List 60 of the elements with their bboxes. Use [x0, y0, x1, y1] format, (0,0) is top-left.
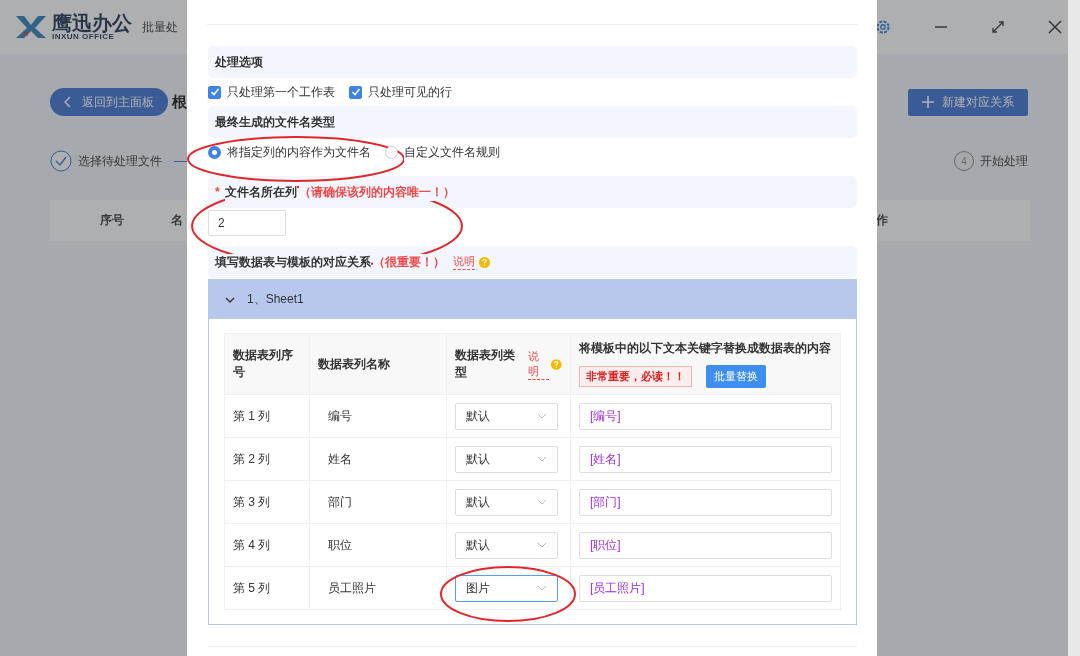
- chevron-down-icon: [225, 295, 235, 304]
- new-mapping-button[interactable]: 新建对应关系: [908, 88, 1028, 116]
- question-icon: [551, 358, 562, 370]
- type-select[interactable]: 默认: [455, 531, 559, 559]
- help-link[interactable]: 说明: [528, 348, 550, 380]
- checkbox-label: 只处理第一个工作表: [227, 83, 335, 101]
- warning-tag[interactable]: 非常重要，必读！！: [579, 366, 692, 387]
- table-cell: 员工照片: [309, 566, 447, 610]
- type-select[interactable]: 默认: [455, 445, 559, 473]
- column-header: 数据表列名称: [309, 333, 447, 395]
- type-select[interactable]: 默认: [455, 402, 559, 430]
- maximize-icon[interactable]: [991, 20, 1005, 34]
- scrollbar[interactable]: [1068, 0, 1080, 656]
- keyword-input[interactable]: [编号]: [579, 402, 832, 430]
- table-cell: 部门: [309, 480, 447, 524]
- plus-icon: [922, 96, 934, 108]
- column-header: 名: [171, 212, 183, 229]
- batch-replace-button[interactable]: 批量替换: [706, 365, 766, 388]
- logo-icon: [14, 14, 48, 40]
- radio-label: 自定义文件名规则: [404, 143, 500, 161]
- back-button[interactable]: 返回到主面板: [50, 88, 168, 116]
- chevron-left-icon: [64, 96, 72, 108]
- column-header: 作: [876, 212, 888, 229]
- section-title: 处理选项: [215, 53, 263, 71]
- column-header: 将模板中的以下文本关键字替换成数据表的内容: [579, 340, 832, 357]
- sheet-header[interactable]: 1、Sheet1: [209, 280, 856, 319]
- keyword-input[interactable]: [部门]: [579, 488, 832, 516]
- keyword-input[interactable]: [员工照片]: [579, 574, 832, 602]
- page-title: 根: [172, 92, 187, 112]
- logo-title: 鹰迅办公: [52, 13, 132, 33]
- logo-subtitle: INXUN OFFICE: [52, 33, 115, 41]
- radio-button[interactable]: [208, 145, 221, 159]
- step-label: 选择待处理文件: [78, 152, 162, 170]
- table-cell: 第 5 列: [224, 566, 310, 610]
- table-cell: 第 2 列: [224, 437, 310, 481]
- keyword-input[interactable]: [职位]: [579, 531, 832, 559]
- table-cell: 编号: [309, 394, 447, 438]
- section-title: 最终生成的文件名类型: [215, 113, 335, 131]
- radio-label: 将指定列的内容作为文件名: [227, 143, 371, 161]
- column-header: 数据表列序号: [224, 333, 310, 395]
- type-select[interactable]: 图片: [455, 574, 559, 602]
- app-title: 批量处: [142, 18, 178, 36]
- table-cell: 第 4 列: [224, 523, 310, 567]
- close-icon[interactable]: [1048, 20, 1062, 34]
- step-label: 开始处理: [980, 152, 1028, 170]
- question-icon: [479, 256, 490, 268]
- settings-icon[interactable]: [875, 19, 891, 35]
- table-cell: 职位: [309, 523, 447, 567]
- checkbox[interactable]: [208, 85, 221, 99]
- checkbox-label: 只处理可见的行: [368, 83, 452, 101]
- table-cell: 姓名: [309, 437, 447, 481]
- column-header: 数据表列类型: [455, 347, 517, 381]
- keyword-input[interactable]: [姓名]: [579, 445, 832, 473]
- type-select[interactable]: 默认: [455, 488, 559, 516]
- radio-button[interactable]: [385, 145, 398, 159]
- table-cell: 第 3 列: [224, 480, 310, 524]
- column-header: 序号: [100, 212, 124, 229]
- table-cell: 第 1 列: [224, 394, 310, 438]
- sheet-label: 1、Sheet1: [247, 291, 304, 308]
- checkbox[interactable]: [349, 85, 362, 99]
